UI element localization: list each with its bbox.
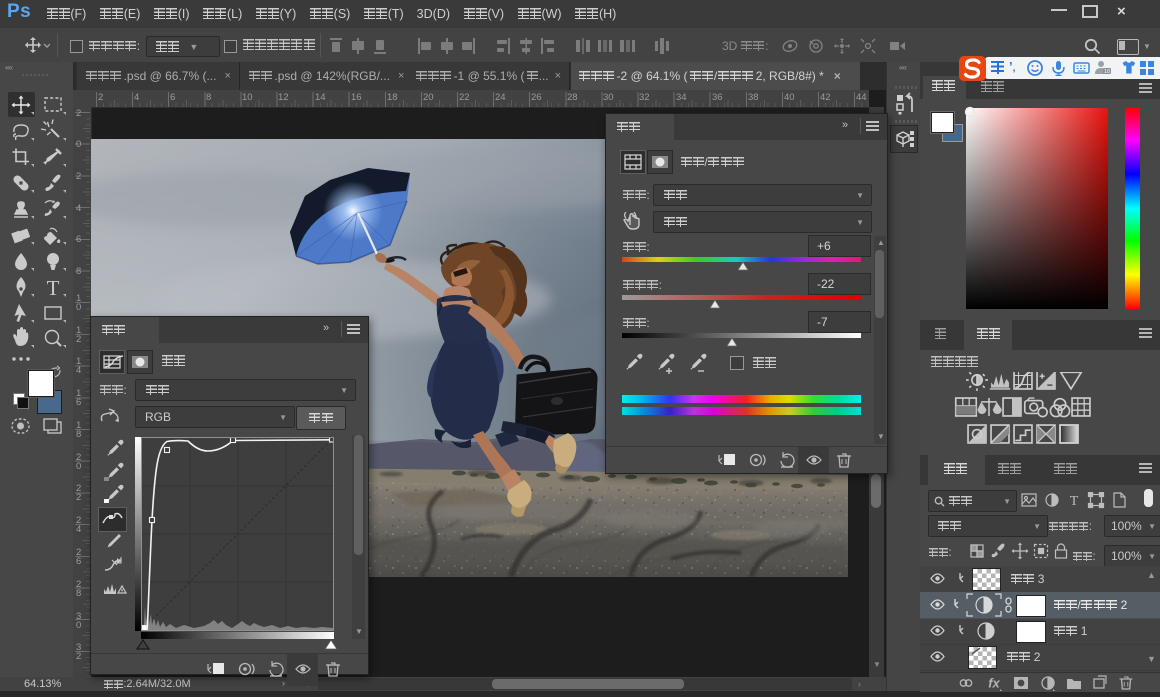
svg-text:22: 22: [459, 92, 470, 103]
svg-text:32: 32: [639, 92, 650, 103]
svg-text:42: 42: [820, 92, 831, 103]
svg-text:12: 12: [278, 92, 289, 103]
svg-text:2: 2: [76, 171, 81, 182]
svg-text:0: 0: [76, 620, 81, 631]
svg-text:30: 30: [603, 92, 614, 103]
svg-text:6: 6: [76, 397, 81, 408]
svg-text:2: 2: [76, 108, 81, 119]
svg-text:16: 16: [351, 92, 362, 103]
svg-text:10: 10: [242, 92, 253, 103]
svg-text:36: 36: [712, 92, 723, 103]
svg-text:0: 0: [76, 302, 81, 313]
svg-text:fx: fx: [988, 676, 1000, 691]
svg-text:18: 18: [387, 92, 398, 103]
svg-text:6: 6: [170, 92, 175, 103]
svg-text:10: 10: [1104, 69, 1110, 75]
svg-text:2: 2: [76, 334, 81, 345]
svg-text:0: 0: [76, 139, 81, 150]
svg-text:14: 14: [315, 92, 326, 103]
svg-text:40: 40: [784, 92, 795, 103]
svg-text:38: 38: [748, 92, 759, 103]
svg-text:4: 4: [76, 365, 81, 376]
svg-text:T: T: [47, 276, 60, 300]
svg-text:2: 2: [76, 651, 81, 662]
svg-text:24: 24: [495, 92, 506, 103]
svg-text:8: 8: [76, 588, 81, 599]
svg-text:44: 44: [856, 92, 867, 103]
svg-text:2: 2: [76, 492, 81, 503]
svg-text:0: 0: [76, 461, 81, 472]
svg-text:8: 8: [76, 429, 81, 440]
svg-text:8: 8: [76, 266, 81, 277]
svg-text:4: 4: [76, 203, 81, 214]
svg-text:2: 2: [98, 92, 103, 103]
svg-text:6: 6: [76, 556, 81, 567]
svg-text:6: 6: [76, 234, 81, 245]
svg-text:20: 20: [423, 92, 434, 103]
svg-text:28: 28: [567, 92, 578, 103]
svg-text:26: 26: [531, 92, 542, 103]
svg-text:8: 8: [206, 92, 211, 103]
svg-text:34: 34: [676, 92, 687, 103]
svg-text:4: 4: [134, 92, 139, 103]
svg-text:4: 4: [76, 524, 81, 535]
svg-text:T: T: [1070, 494, 1079, 509]
